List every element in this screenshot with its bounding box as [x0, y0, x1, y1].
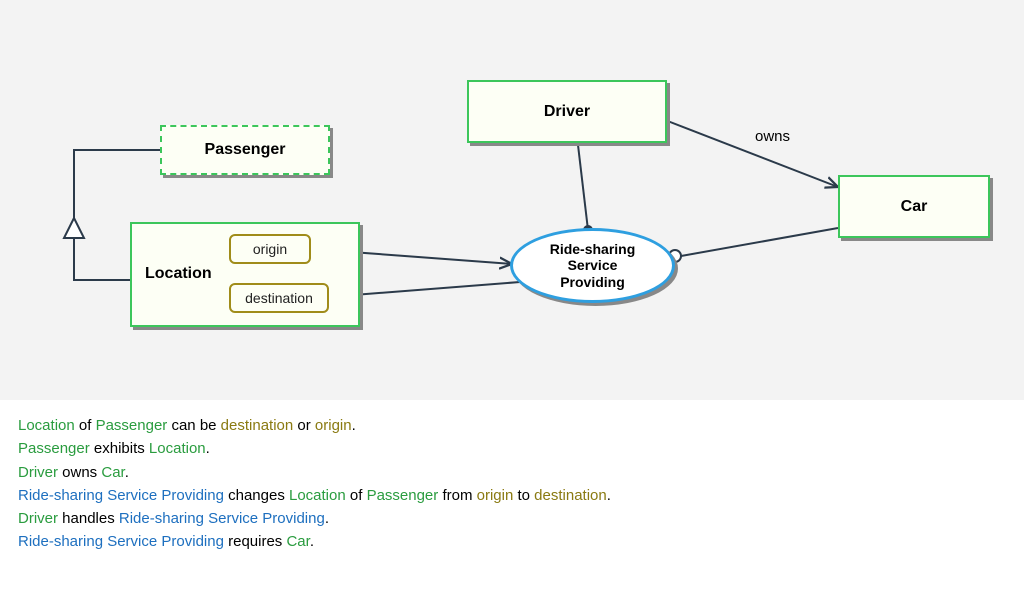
node-origin-label: origin — [253, 241, 287, 257]
node-location-label: Location — [145, 265, 212, 283]
sentence-3: Driver owns Car. — [18, 461, 1006, 484]
edge-owns-label: owns — [755, 128, 790, 145]
node-car-label: Car — [901, 198, 928, 216]
sentence-2: Passenger exhibits Location. — [18, 437, 1006, 460]
node-destination: destination — [229, 283, 329, 313]
node-passenger-label: Passenger — [205, 141, 286, 159]
diagram-canvas: Passenger Driver Car Location origin des… — [0, 0, 1024, 400]
node-service-label: Ride-sharing Service Providing — [550, 241, 636, 289]
node-origin: origin — [229, 234, 311, 264]
node-passenger: Passenger — [160, 125, 330, 175]
sentence-5: Driver handles Ride-sharing Service Prov… — [18, 507, 1006, 530]
sentence-1: Location of Passenger can be destination… — [18, 414, 1006, 437]
node-car: Car — [838, 175, 990, 238]
sentence-4: Ride-sharing Service Providing changes L… — [18, 484, 1006, 507]
node-driver: Driver — [467, 80, 667, 143]
node-driver-label: Driver — [544, 103, 590, 121]
sentence-list: Location of Passenger can be destination… — [0, 400, 1024, 574]
node-destination-label: destination — [245, 290, 313, 306]
sentence-6: Ride-sharing Service Providing requires … — [18, 530, 1006, 553]
node-service: Ride-sharing Service Providing — [510, 228, 675, 303]
